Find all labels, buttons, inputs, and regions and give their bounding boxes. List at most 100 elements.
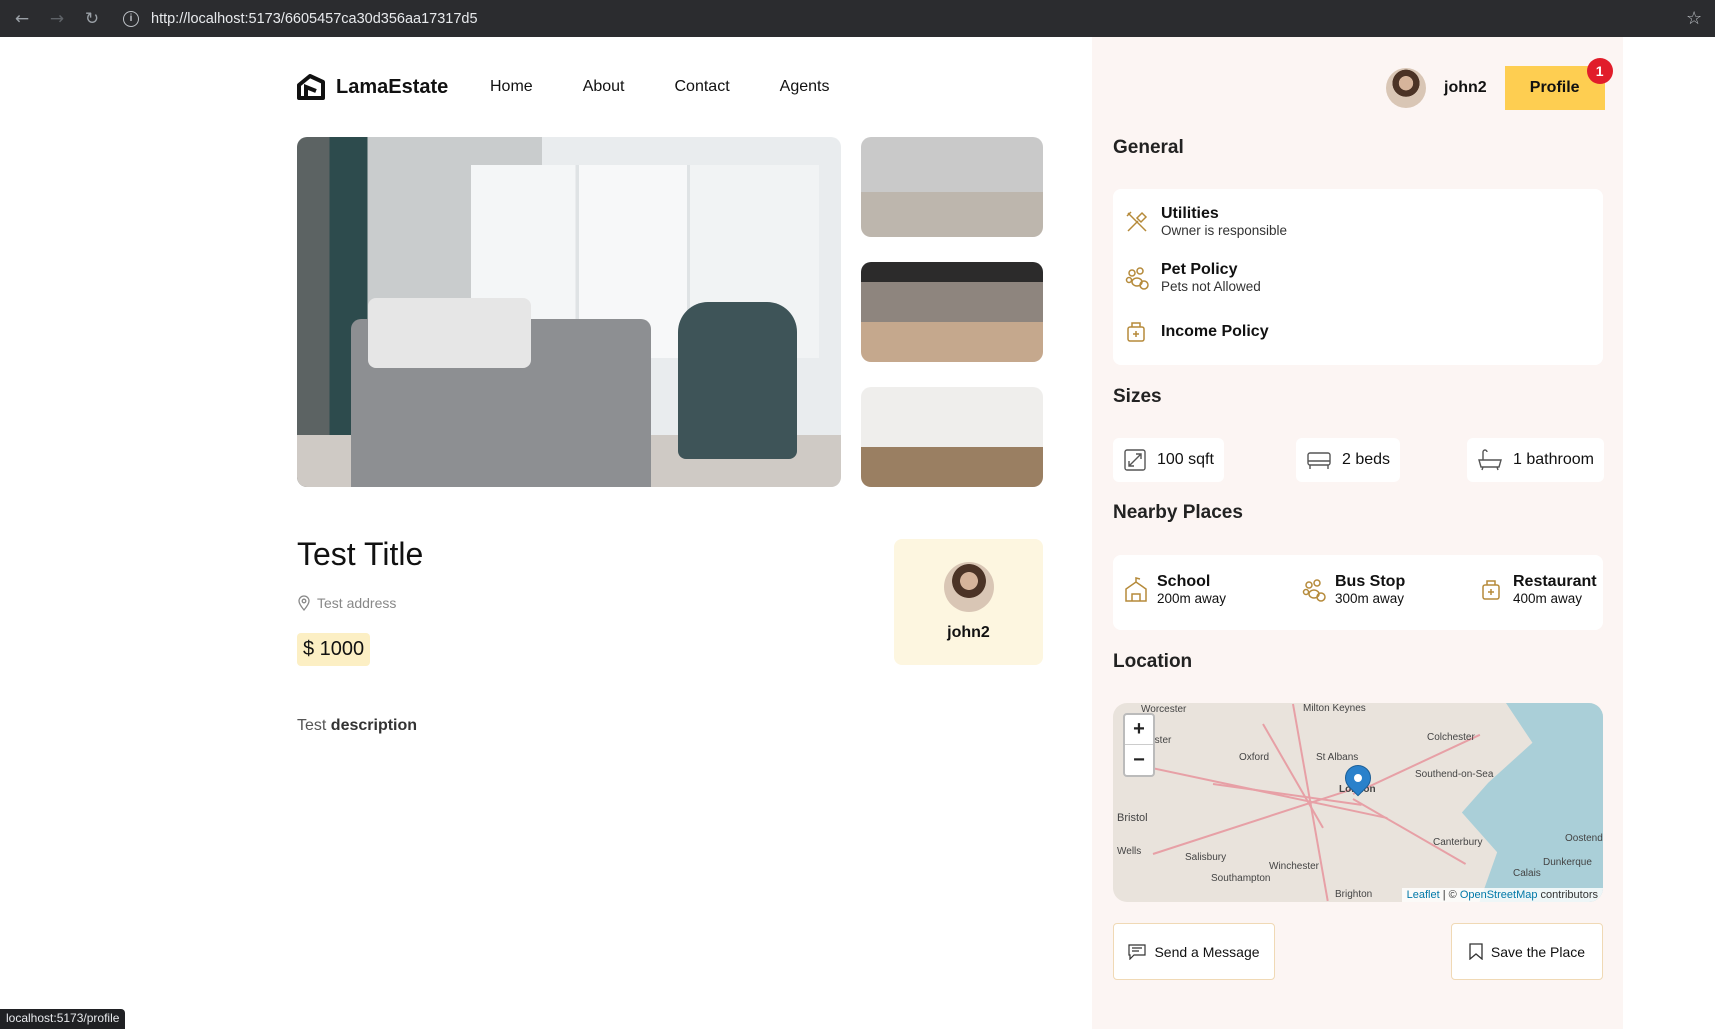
size-area-text: 100 sqft [1157,451,1214,468]
pet-icon [1123,264,1151,292]
save-place-button[interactable]: Save the Place [1451,923,1603,980]
profile-label: Profile [1529,79,1580,96]
logo[interactable]: LamaEstate [296,73,448,101]
forward-arrow-icon[interactable]: → [44,6,70,32]
map-city-label: Calais [1513,868,1541,879]
map-attribution: Leaflet | © OpenStreetMap contributors [1401,888,1603,902]
map-city-label: Colchester [1427,732,1475,743]
nearby-school-distance: 200m away [1157,591,1227,606]
pet-policy-title: Pet Policy [1161,261,1238,278]
nearby-panel: School 200m away Bus Stop 300m away Rest… [1113,555,1603,630]
map-city-label: Salisbury [1185,852,1227,863]
bus-icon [1302,578,1326,602]
save-place-label: Save the Place [1490,943,1586,960]
size-area: 100 sqft [1113,438,1224,482]
income-policy-item: Income Policy [1123,318,1269,346]
zoom-in-button[interactable]: + [1125,715,1153,745]
nearby-restaurant-distance: 400m away [1513,591,1583,606]
url-text: http://localhost:5173/6605457ca30d356aa1… [151,10,478,27]
map-city-label: Southend-on-Sea [1415,769,1494,780]
map-city-label: St Albans [1316,752,1359,763]
owner-card[interactable]: john2 [894,539,1043,665]
utilities-title: Utilities [1161,205,1219,222]
house-logo-icon [297,74,325,100]
nearby-school-title: School [1157,573,1211,590]
map-zoom-control: + − [1123,713,1155,777]
nav-agents[interactable]: Agents [780,78,830,96]
map-city-label: Oostende [1565,833,1603,844]
thumbnail-photo-3[interactable] [861,387,1043,487]
general-title: General [1113,137,1184,158]
nearby-bus-stop: Bus Stop 300m away [1301,573,1405,606]
general-panel: Utilities Owner is responsible Pet Polic… [1113,189,1603,365]
brand-name: LamaEstate [336,75,449,98]
thumbnail-photo-1[interactable] [861,137,1043,237]
map-city-label: Wells [1117,846,1142,857]
main-photo[interactable] [297,137,841,487]
status-bar-url: localhost:5173/profile [0,1009,126,1029]
reload-icon[interactable]: ↻ [79,6,105,32]
owner-avatar [943,562,994,612]
profile-button[interactable]: Profile 1 [1504,58,1613,110]
back-arrow-icon[interactable]: ← [9,6,35,32]
send-message-label: Send a Message [1154,943,1260,960]
listing-description: Test description [297,717,418,734]
bathtub-icon [1478,449,1502,471]
bookmark-star-icon[interactable]: ☆ [1686,8,1706,29]
size-beds-text: 2 beds [1342,451,1391,468]
size-bathroom-text: 1 bathroom [1513,451,1594,468]
osm-link[interactable]: OpenStreetMap [1460,889,1538,901]
browser-toolbar: ← → ↻ i http://localhost:5173/6605457ca3… [0,0,1715,37]
nav-contact[interactable]: Contact [675,78,730,96]
username: john2 [1444,79,1487,96]
utilities-icon [1123,208,1151,236]
avatar[interactable] [1386,68,1426,108]
map-city-label: Canterbury [1433,837,1483,848]
send-message-button[interactable]: Send a Message [1113,923,1275,980]
site-info-icon[interactable]: i [123,10,139,27]
nearby-bus-title: Bus Stop [1335,573,1406,590]
nav-home[interactable]: Home [490,78,533,96]
size-beds: 2 beds [1296,438,1401,482]
utilities-sub: Owner is responsible [1161,223,1288,238]
listing-title: Test Title [297,536,424,572]
owner-name: john2 [947,624,990,641]
nav-about[interactable]: About [583,78,625,96]
main-nav: Home About Contact Agents [490,78,879,96]
bookmark-icon [1469,943,1483,960]
location-pin-icon [298,595,310,611]
user-menu: john2 Profile 1 [1386,58,1613,110]
size-bathroom: 1 bathroom [1467,438,1604,482]
income-policy-title: Income Policy [1161,323,1269,340]
location-title: Location [1113,651,1193,672]
sizes-title: Sizes [1113,386,1162,407]
school-icon [1125,576,1147,602]
nearby-restaurant-title: Restaurant [1513,573,1597,590]
utilities-item: Utilities Owner is responsible [1123,205,1287,238]
chat-icon [1128,943,1147,960]
address-bar[interactable]: i http://localhost:5173/6605457ca30d356a… [123,5,1686,33]
map-city-label: Oxford [1239,752,1270,763]
area-icon [1124,449,1146,471]
nearby-bus-distance: 300m away [1335,591,1405,606]
pet-policy-sub: Pets not Allowed [1161,279,1261,294]
pet-policy-item: Pet Policy Pets not Allowed [1123,261,1261,294]
restaurant-icon [1482,579,1500,600]
nearby-restaurant: Restaurant 400m away [1479,573,1597,606]
map-city-label: Dunkerque [1543,857,1592,868]
bed-icon [1307,452,1331,469]
nearby-school: School 200m away [1123,573,1226,606]
map-city-label: Southampton [1211,873,1271,884]
income-icon [1123,318,1151,346]
map-city-label: Milton Keynes [1303,703,1366,714]
leaflet-link[interactable]: Leaflet [1407,889,1440,901]
zoom-out-button[interactable]: − [1125,745,1153,775]
location-map[interactable]: Milton Keynes Worcester Colchester Glouc… [1113,703,1603,902]
notification-badge: 1 [1586,58,1613,84]
map-city-label: Winchester [1269,861,1320,872]
thumbnail-photo-2[interactable] [861,262,1043,362]
address-text: Test address [317,595,397,611]
map-city-label: Bristol [1117,812,1148,824]
listing-address: Test address [297,595,396,611]
map-city-label: Brighton [1335,889,1373,900]
